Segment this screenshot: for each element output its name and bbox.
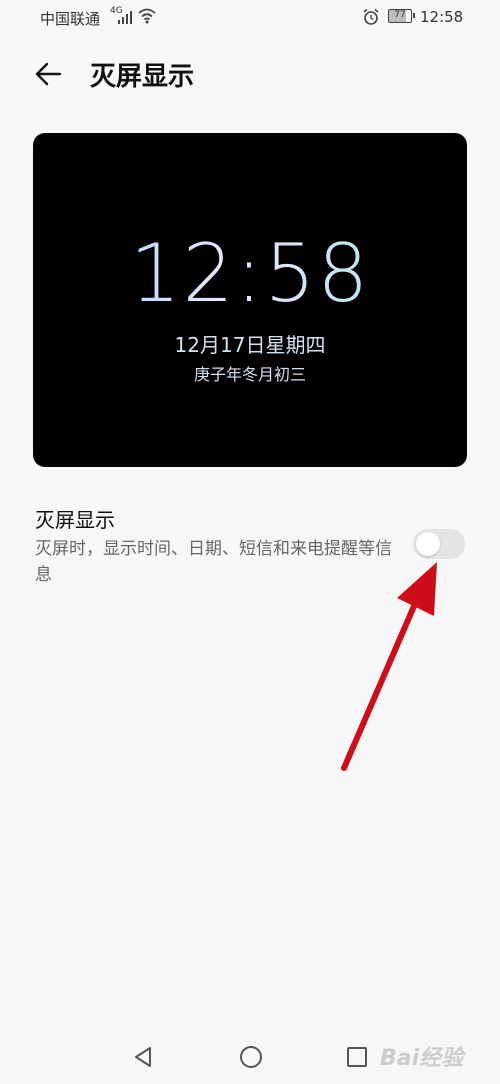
- page-title: 灭屏显示: [90, 62, 195, 92]
- preview-date: 12月17日星期四: [174, 333, 326, 357]
- back-triangle-icon[interactable]: [128, 1042, 158, 1072]
- recents-square-icon[interactable]: [342, 1042, 372, 1072]
- back-button[interactable]: [28, 54, 68, 94]
- toggle-knob: [416, 532, 440, 556]
- screen: 中国联通 4G 77 12:58 灭屏显示 12:58 12月17日星期四 庚子…: [0, 0, 500, 1084]
- preview-lunar-date: 庚子年冬月初三: [193, 365, 306, 384]
- wifi-icon: [138, 8, 156, 24]
- setting-title: 灭屏显示: [35, 508, 115, 532]
- aod-toggle-switch[interactable]: [413, 529, 465, 559]
- aod-preview-card: 12:58 12月17日星期四 庚子年冬月初三: [33, 133, 467, 467]
- battery-icon: 77: [388, 9, 415, 23]
- status-time: 12:58: [420, 8, 464, 26]
- aod-setting-row[interactable]: 灭屏显示 灭屏时，显示时间、日期、短信和来电提醒等信息: [0, 500, 500, 592]
- alarm-icon: [363, 8, 379, 25]
- signal-icon: [118, 11, 132, 24]
- carrier-name: 中国联通: [40, 10, 101, 28]
- home-circle-icon[interactable]: [236, 1042, 266, 1072]
- watermark-logo: Bai经验: [380, 1046, 464, 1071]
- setting-description: 灭屏时，显示时间、日期、短信和来电提醒等信息: [35, 539, 392, 585]
- header: 灭屏显示: [0, 48, 500, 100]
- preview-clock: 12:58: [33, 229, 467, 319]
- status-bar: 中国联通 4G 77 12:58: [0, 0, 500, 36]
- arrow-left-icon: [35, 62, 62, 86]
